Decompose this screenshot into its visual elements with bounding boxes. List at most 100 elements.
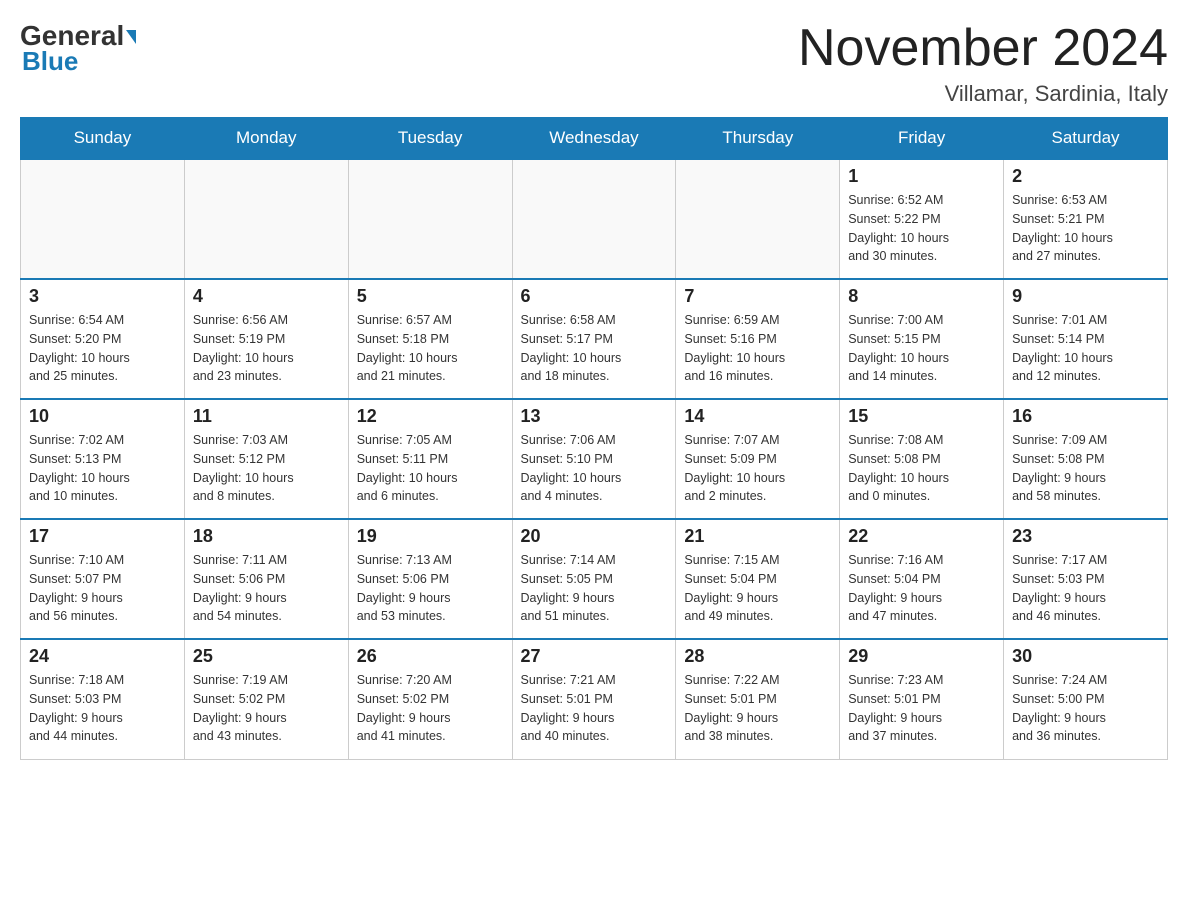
week-row-2: 3 Sunrise: 6:54 AMSunset: 5:20 PMDaylight… (21, 279, 1168, 399)
calendar-header-friday: Friday (840, 118, 1004, 160)
day-number: 5 (357, 286, 504, 307)
calendar-cell: 3 Sunrise: 6:54 AMSunset: 5:20 PMDaylight… (21, 279, 185, 399)
day-info: Sunrise: 7:00 AMSunset: 5:15 PMDaylight:… (848, 311, 995, 386)
day-number: 11 (193, 406, 340, 427)
calendar-header-monday: Monday (184, 118, 348, 160)
calendar-header-row: SundayMondayTuesdayWednesdayThursdayFrid… (21, 118, 1168, 160)
month-title: November 2024 (798, 20, 1168, 77)
day-info: Sunrise: 7:22 AMSunset: 5:01 PMDaylight:… (684, 671, 831, 746)
calendar-cell: 6 Sunrise: 6:58 AMSunset: 5:17 PMDaylight… (512, 279, 676, 399)
week-row-3: 10 Sunrise: 7:02 AMSunset: 5:13 PMDayligh… (21, 399, 1168, 519)
day-info: Sunrise: 6:53 AMSunset: 5:21 PMDaylight:… (1012, 191, 1159, 266)
calendar-cell: 13 Sunrise: 7:06 AMSunset: 5:10 PMDayligh… (512, 399, 676, 519)
day-info: Sunrise: 7:16 AMSunset: 5:04 PMDaylight:… (848, 551, 995, 626)
day-number: 7 (684, 286, 831, 307)
calendar-cell (676, 159, 840, 279)
calendar-cell: 19 Sunrise: 7:13 AMSunset: 5:06 PMDayligh… (348, 519, 512, 639)
calendar-header-thursday: Thursday (676, 118, 840, 160)
day-number: 12 (357, 406, 504, 427)
day-number: 16 (1012, 406, 1159, 427)
calendar-cell: 4 Sunrise: 6:56 AMSunset: 5:19 PMDaylight… (184, 279, 348, 399)
day-number: 29 (848, 646, 995, 667)
day-info: Sunrise: 7:17 AMSunset: 5:03 PMDaylight:… (1012, 551, 1159, 626)
calendar-cell: 10 Sunrise: 7:02 AMSunset: 5:13 PMDayligh… (21, 399, 185, 519)
day-number: 22 (848, 526, 995, 547)
day-info: Sunrise: 6:54 AMSunset: 5:20 PMDaylight:… (29, 311, 176, 386)
calendar-cell: 30Sunrise: 7:24 AMSunset: 5:00 PMDayligh… (1004, 639, 1168, 759)
calendar-cell (184, 159, 348, 279)
logo: General Blue (20, 20, 136, 77)
day-info: Sunrise: 7:15 AMSunset: 5:04 PMDaylight:… (684, 551, 831, 626)
day-info: Sunrise: 7:13 AMSunset: 5:06 PMDaylight:… (357, 551, 504, 626)
day-number: 20 (521, 526, 668, 547)
location: Villamar, Sardinia, Italy (798, 81, 1168, 107)
day-number: 26 (357, 646, 504, 667)
calendar-cell: 23 Sunrise: 7:17 AMSunset: 5:03 PMDayligh… (1004, 519, 1168, 639)
calendar-cell: 8 Sunrise: 7:00 AMSunset: 5:15 PMDaylight… (840, 279, 1004, 399)
title-section: November 2024 Villamar, Sardinia, Italy (798, 20, 1168, 107)
day-info: Sunrise: 7:11 AMSunset: 5:06 PMDaylight:… (193, 551, 340, 626)
day-info: Sunrise: 7:05 AMSunset: 5:11 PMDaylight:… (357, 431, 504, 506)
day-info: Sunrise: 7:06 AMSunset: 5:10 PMDaylight:… (521, 431, 668, 506)
day-number: 24 (29, 646, 176, 667)
day-info: Sunrise: 6:59 AMSunset: 5:16 PMDaylight:… (684, 311, 831, 386)
day-info: Sunrise: 7:21 AMSunset: 5:01 PMDaylight:… (521, 671, 668, 746)
calendar-cell: 26 Sunrise: 7:20 AMSunset: 5:02 PMDayligh… (348, 639, 512, 759)
day-info: Sunrise: 6:58 AMSunset: 5:17 PMDaylight:… (521, 311, 668, 386)
calendar-cell: 12 Sunrise: 7:05 AMSunset: 5:11 PMDayligh… (348, 399, 512, 519)
day-number: 4 (193, 286, 340, 307)
calendar-cell: 22 Sunrise: 7:16 AMSunset: 5:04 PMDayligh… (840, 519, 1004, 639)
calendar-cell: 5 Sunrise: 6:57 AMSunset: 5:18 PMDaylight… (348, 279, 512, 399)
day-number: 6 (521, 286, 668, 307)
day-info: Sunrise: 7:07 AMSunset: 5:09 PMDaylight:… (684, 431, 831, 506)
day-info: Sunrise: 6:52 AMSunset: 5:22 PMDaylight:… (848, 191, 995, 266)
calendar-cell: 11 Sunrise: 7:03 AMSunset: 5:12 PMDayligh… (184, 399, 348, 519)
day-info: Sunrise: 7:14 AMSunset: 5:05 PMDaylight:… (521, 551, 668, 626)
calendar-cell (348, 159, 512, 279)
calendar-cell: 27Sunrise: 7:21 AMSunset: 5:01 PMDayligh… (512, 639, 676, 759)
calendar-cell: 2Sunrise: 6:53 AMSunset: 5:21 PMDaylight… (1004, 159, 1168, 279)
calendar-cell: 21 Sunrise: 7:15 AMSunset: 5:04 PMDayligh… (676, 519, 840, 639)
day-number: 19 (357, 526, 504, 547)
day-info: Sunrise: 7:23 AMSunset: 5:01 PMDaylight:… (848, 671, 995, 746)
day-number: 13 (521, 406, 668, 427)
day-info: Sunrise: 7:19 AMSunset: 5:02 PMDaylight:… (193, 671, 340, 746)
week-row-5: 24 Sunrise: 7:18 AMSunset: 5:03 PMDayligh… (21, 639, 1168, 759)
day-number: 21 (684, 526, 831, 547)
day-number: 15 (848, 406, 995, 427)
day-number: 18 (193, 526, 340, 547)
day-number: 23 (1012, 526, 1159, 547)
calendar-header-sunday: Sunday (21, 118, 185, 160)
calendar-cell (21, 159, 185, 279)
calendar-cell: 29 Sunrise: 7:23 AMSunset: 5:01 PMDayligh… (840, 639, 1004, 759)
day-number: 3 (29, 286, 176, 307)
week-row-1: 1 Sunrise: 6:52 AMSunset: 5:22 PMDaylight… (21, 159, 1168, 279)
day-info: Sunrise: 6:56 AMSunset: 5:19 PMDaylight:… (193, 311, 340, 386)
calendar-header-tuesday: Tuesday (348, 118, 512, 160)
calendar-cell: 14Sunrise: 7:07 AMSunset: 5:09 PMDayligh… (676, 399, 840, 519)
calendar-cell: 20 Sunrise: 7:14 AMSunset: 5:05 PMDayligh… (512, 519, 676, 639)
calendar-cell: 17 Sunrise: 7:10 AMSunset: 5:07 PMDayligh… (21, 519, 185, 639)
calendar-cell: 25 Sunrise: 7:19 AMSunset: 5:02 PMDayligh… (184, 639, 348, 759)
logo-blue-text: Blue (22, 46, 78, 77)
day-info: Sunrise: 6:57 AMSunset: 5:18 PMDaylight:… (357, 311, 504, 386)
day-info: Sunrise: 7:24 AMSunset: 5:00 PMDaylight:… (1012, 671, 1159, 746)
day-number: 25 (193, 646, 340, 667)
calendar-cell: 16 Sunrise: 7:09 AMSunset: 5:08 PMDayligh… (1004, 399, 1168, 519)
day-info: Sunrise: 7:02 AMSunset: 5:13 PMDaylight:… (29, 431, 176, 506)
calendar-cell: 15 Sunrise: 7:08 AMSunset: 5:08 PMDayligh… (840, 399, 1004, 519)
calendar-cell: 9Sunrise: 7:01 AMSunset: 5:14 PMDaylight… (1004, 279, 1168, 399)
day-number: 8 (848, 286, 995, 307)
day-info: Sunrise: 7:09 AMSunset: 5:08 PMDaylight:… (1012, 431, 1159, 506)
page-header: General Blue November 2024 Villamar, Sar… (20, 20, 1168, 107)
day-info: Sunrise: 7:20 AMSunset: 5:02 PMDaylight:… (357, 671, 504, 746)
day-info: Sunrise: 7:08 AMSunset: 5:08 PMDaylight:… (848, 431, 995, 506)
calendar-header-wednesday: Wednesday (512, 118, 676, 160)
calendar-cell: 1 Sunrise: 6:52 AMSunset: 5:22 PMDaylight… (840, 159, 1004, 279)
day-info: Sunrise: 7:03 AMSunset: 5:12 PMDaylight:… (193, 431, 340, 506)
day-info: Sunrise: 7:18 AMSunset: 5:03 PMDaylight:… (29, 671, 176, 746)
day-number: 1 (848, 166, 995, 187)
day-info: Sunrise: 7:10 AMSunset: 5:07 PMDaylight:… (29, 551, 176, 626)
day-number: 10 (29, 406, 176, 427)
day-number: 17 (29, 526, 176, 547)
